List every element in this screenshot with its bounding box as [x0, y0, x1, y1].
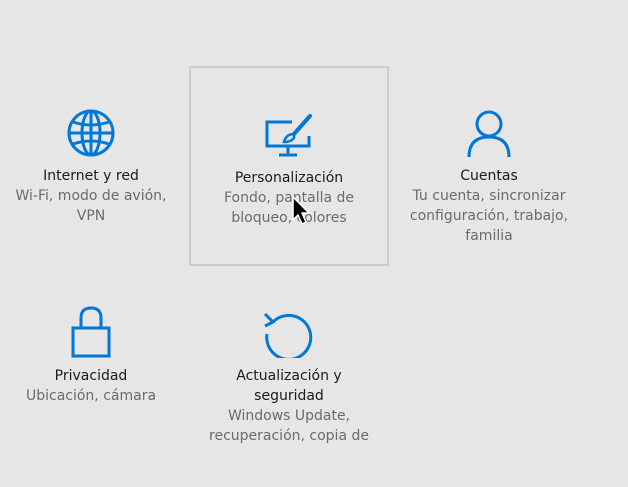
- title-line: Actualización y: [236, 368, 342, 384]
- desc-line: Wi-Fi, modo de avión,: [15, 188, 167, 204]
- desc-line: Fondo, pantalla de: [223, 190, 355, 206]
- tile-title: Internet y red: [43, 168, 139, 184]
- desc-line: VPN: [76, 208, 106, 224]
- desc-line: Tu cuenta, sincronizar: [412, 188, 566, 204]
- tile-actualizacion-y-seguridad[interactable]: Actualización y seguridad Windows Update…: [190, 266, 388, 462]
- desc-line: familia: [465, 228, 513, 244]
- tile-title: Cuentas: [460, 168, 518, 184]
- tile-description: Windows Update, recuperación, copia de: [190, 406, 388, 446]
- title-line: seguridad: [254, 388, 324, 404]
- tile-privacidad[interactable]: Privacidad Ubicación, cámara: [0, 266, 190, 462]
- tile-description: Wi-Fi, modo de avión, VPN: [0, 186, 190, 226]
- tile-personalizacion[interactable]: Personalización Fondo, pantalla de bloqu…: [189, 66, 389, 266]
- tile-description: Ubicación, cámara: [0, 386, 190, 406]
- monitor-brush-icon: [264, 114, 314, 158]
- desc-line: configuración, trabajo,: [409, 208, 569, 224]
- tile-description: Tu cuenta, sincronizar configuración, tr…: [390, 186, 588, 246]
- tile-title: Privacidad: [54, 368, 128, 384]
- desc-line: Windows Update,: [227, 408, 351, 424]
- desc-line: bloqueo, colores: [231, 210, 347, 226]
- globe-icon: [66, 108, 116, 158]
- desc-line: Ubicación, cámara: [25, 388, 157, 404]
- lock-icon: [71, 306, 111, 358]
- tile-title: Personalización: [234, 170, 344, 186]
- desc-line: recuperación, copia de: [209, 428, 369, 444]
- tile-title: Actualización y seguridad: [190, 366, 388, 406]
- tile-cuentas[interactable]: Cuentas Tu cuenta, sincronizar configura…: [390, 68, 588, 264]
- mouse-cursor-icon: [292, 196, 312, 226]
- person-icon: [466, 110, 512, 158]
- tile-description: Fondo, pantalla de bloqueo, colores: [191, 188, 387, 228]
- refresh-icon: [263, 308, 315, 358]
- tile-internet-y-red[interactable]: Internet y red Wi-Fi, modo de avión, VPN: [0, 68, 190, 264]
